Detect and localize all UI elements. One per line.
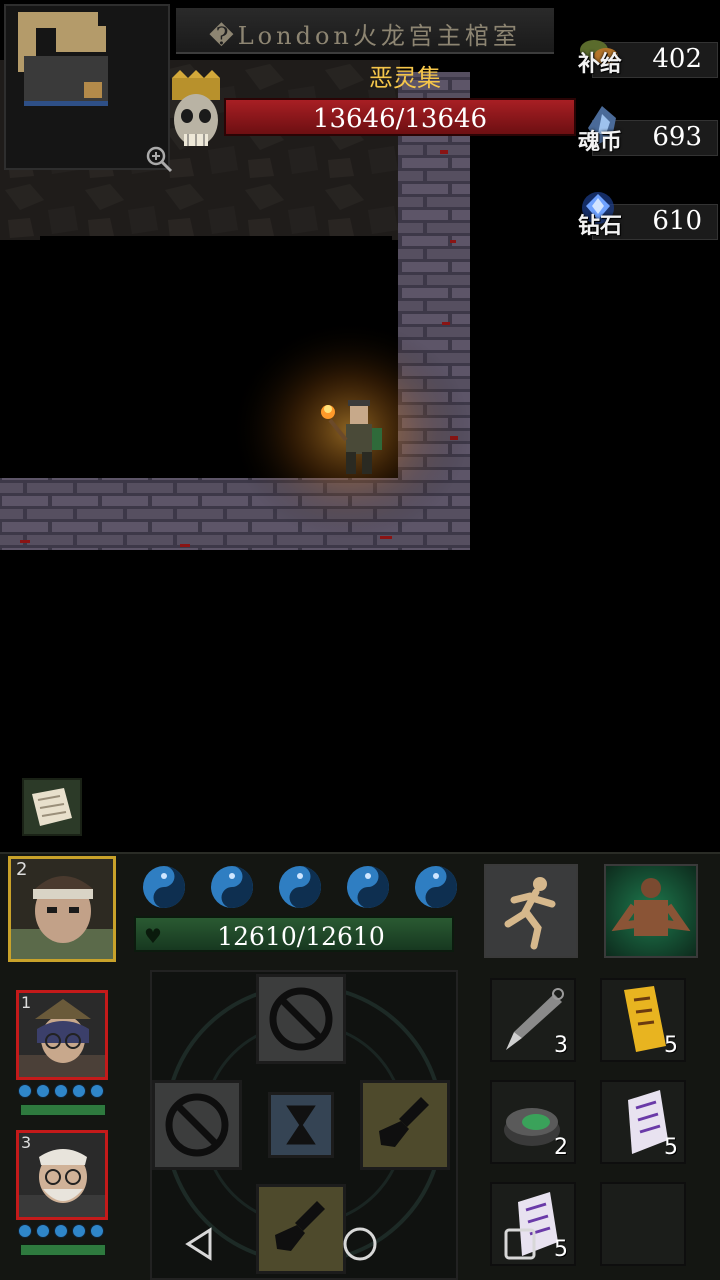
- resource-label: 补给: [578, 52, 623, 77]
- resource-value: 610: [652, 206, 702, 236]
- party-face-icon: [19, 999, 105, 1077]
- boss-hp-bar: 13646/13646: [224, 98, 576, 136]
- prohibited-icon: [269, 987, 333, 1051]
- qigong-skill-button[interactable]: [604, 864, 698, 958]
- resource-supply: 补给 402: [572, 36, 718, 80]
- yin-yang-icon: [143, 866, 185, 908]
- hero-hp-bar: ♥ 12610/12610: [134, 916, 454, 952]
- home-icon[interactable]: [336, 1220, 384, 1268]
- item-count: 5: [664, 1033, 678, 1058]
- spirit-orb-row: [140, 864, 460, 910]
- dash-skill-button[interactable]: [484, 864, 578, 958]
- party-slot-number: 1: [21, 993, 32, 1012]
- yin-yang-icon: [347, 866, 389, 908]
- party-face-icon: [19, 1149, 105, 1217]
- resource-value: 693: [652, 122, 702, 152]
- hero-slot-number: 2: [16, 859, 28, 880]
- yin-yang-icon: [415, 866, 457, 908]
- scroll-icon: [32, 788, 72, 826]
- yin-yang-icon: [211, 866, 253, 908]
- item-slot-3[interactable]: 2: [490, 1080, 576, 1164]
- resource-label: 魂币: [578, 130, 623, 155]
- boss-name: 恶灵集: [369, 64, 441, 92]
- party-member-1[interactable]: 1: [16, 990, 108, 1080]
- system-nav-bar: [0, 1206, 720, 1280]
- resource-soul-coin: 魂币 693: [572, 106, 718, 158]
- hourglass-icon: [286, 1105, 316, 1145]
- martial-artist-icon: [611, 878, 691, 936]
- resource-diamond: 钻石 610: [572, 192, 718, 242]
- item-slot-1[interactable]: 3: [490, 978, 576, 1062]
- back-icon[interactable]: [176, 1220, 224, 1268]
- prohibited-icon: [165, 1093, 229, 1157]
- recent-apps-icon[interactable]: [496, 1220, 544, 1268]
- player-marker: [84, 82, 102, 98]
- party-1-spirit-orbs: [18, 1084, 108, 1098]
- party-slot-number: 3: [21, 1133, 32, 1152]
- map-scroll-button[interactable]: [22, 778, 82, 836]
- item-count: 2: [554, 1135, 568, 1160]
- dig-right-button[interactable]: [360, 1080, 450, 1170]
- item-count: 3: [554, 1033, 568, 1058]
- location-title: �London火龙宫主棺室: [209, 22, 521, 50]
- move-left-blocked-button[interactable]: [152, 1080, 242, 1170]
- active-hero-portrait[interactable]: 2: [8, 856, 116, 962]
- shovel-icon: [379, 1097, 429, 1147]
- location-banner: �London火龙宫主棺室: [176, 8, 554, 54]
- item-slot-2[interactable]: 5: [600, 978, 686, 1062]
- wait-button[interactable]: [268, 1092, 334, 1158]
- item-slot-4[interactable]: 5: [600, 1080, 686, 1164]
- resource-value: 402: [652, 44, 702, 74]
- hero-hp-text: 12610/12610: [217, 922, 385, 951]
- boss-hp-text: 13646/13646: [312, 104, 488, 134]
- boss-skull-king-icon: [172, 70, 220, 146]
- party-1-hp-bar: [20, 1104, 106, 1116]
- item-count: 5: [664, 1135, 678, 1160]
- running-man-icon: [504, 877, 556, 950]
- yin-yang-icon: [279, 866, 321, 908]
- resource-label: 钻石: [578, 214, 623, 239]
- move-up-blocked-button[interactable]: [256, 974, 346, 1064]
